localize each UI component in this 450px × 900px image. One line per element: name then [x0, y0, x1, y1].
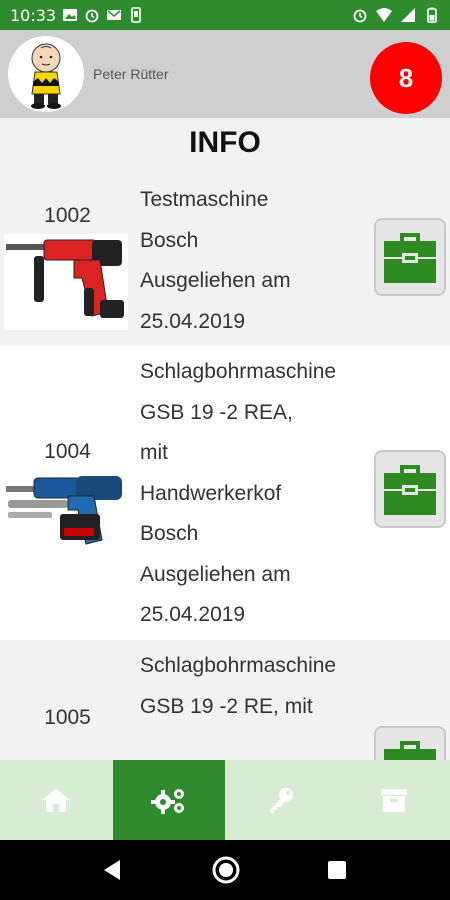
status-bar: 10:33: [0, 0, 450, 30]
item-line: Testmaschine: [140, 188, 269, 211]
item-description: Testmaschine Bosch Ausgeliehen am 25.04.…: [140, 180, 380, 342]
item-id: 1002: [44, 204, 91, 227]
tab-home[interactable]: [0, 760, 113, 840]
item-line: mit: [140, 441, 168, 464]
home-icon: [42, 788, 71, 812]
item-line: Handwerkerkof: [140, 481, 282, 505]
alarm-icon: [353, 9, 367, 23]
item-line: Bosch: [140, 228, 199, 252]
item-line: 25.04.2019: [140, 309, 246, 333]
list-item[interactable]: 1002 Testmaschine Bosch Ausgeliehen am 2…: [0, 176, 450, 346]
user-name: Peter Rütter: [93, 66, 169, 82]
item-line: Schlagbohrmaschine: [140, 654, 337, 677]
toolbox-icon: [384, 465, 436, 515]
key-icon: [270, 788, 294, 813]
mail-icon: [107, 10, 121, 20]
bottom-navigation: [0, 760, 450, 840]
battery-icon: [427, 7, 437, 23]
item-id: 1005: [44, 706, 91, 729]
item-line: Ausgeliehen am: [140, 269, 291, 292]
recents-icon[interactable]: [325, 858, 349, 882]
tab-keys[interactable]: [225, 760, 338, 840]
item-line: 25.04.2019: [140, 603, 246, 626]
toolbox-icon: [384, 741, 436, 760]
back-icon[interactable]: [100, 856, 124, 884]
avatar[interactable]: [8, 36, 84, 112]
list-item[interactable]: 1005 Schlagbohrmaschine GSB 19 -2 RE, mi…: [0, 640, 450, 760]
return-toolbox-button[interactable]: [374, 726, 446, 760]
rental-list: 1002 Testmaschine Bosch Ausgeliehen am 2…: [0, 176, 450, 760]
return-toolbox-button[interactable]: [374, 218, 446, 296]
tab-archive[interactable]: [338, 760, 450, 840]
item-line: GSB 19 -2 RE, mit: [140, 694, 313, 718]
tab-settings[interactable]: [112, 760, 225, 840]
app-header: Peter Rütter 8: [0, 30, 450, 118]
wifi-icon: [376, 8, 392, 22]
signal-icon: [401, 8, 415, 22]
gears-icon: [150, 789, 184, 814]
list-item[interactable]: 1004 Schlagbohrmaschine GSB 19 -2 REA, m…: [0, 346, 450, 640]
image-icon: [63, 9, 77, 21]
item-line: Schlagbohrmaschine: [140, 360, 337, 383]
home-circle-icon[interactable]: [210, 854, 242, 886]
item-description: Schlagbohrmaschine GSB 19 -2 RE, mit: [140, 646, 380, 727]
item-line: Ausgeliehen am: [140, 562, 291, 586]
item-description: Schlagbohrmaschine GSB 19 -2 REA, mit Ha…: [140, 352, 380, 636]
notification-badge[interactable]: 8: [370, 42, 442, 114]
status-time: 10:33: [10, 6, 57, 25]
item-id: 1004: [44, 440, 91, 463]
page-title: INFO: [189, 126, 261, 159]
rotary-hammer-image: [4, 234, 128, 330]
return-toolbox-button[interactable]: [374, 450, 446, 528]
impact-drill-image: [4, 468, 128, 548]
phone-icon: [131, 7, 141, 23]
item-line: Bosch: [140, 522, 199, 545]
toolbox-icon: [384, 233, 436, 283]
item-line: GSB 19 -2 REA,: [140, 400, 293, 424]
archive-icon: [380, 789, 407, 812]
system-navigation-bar: [0, 840, 450, 900]
cartoon-avatar-icon: [31, 43, 61, 109]
alarm-icon: [85, 9, 99, 23]
